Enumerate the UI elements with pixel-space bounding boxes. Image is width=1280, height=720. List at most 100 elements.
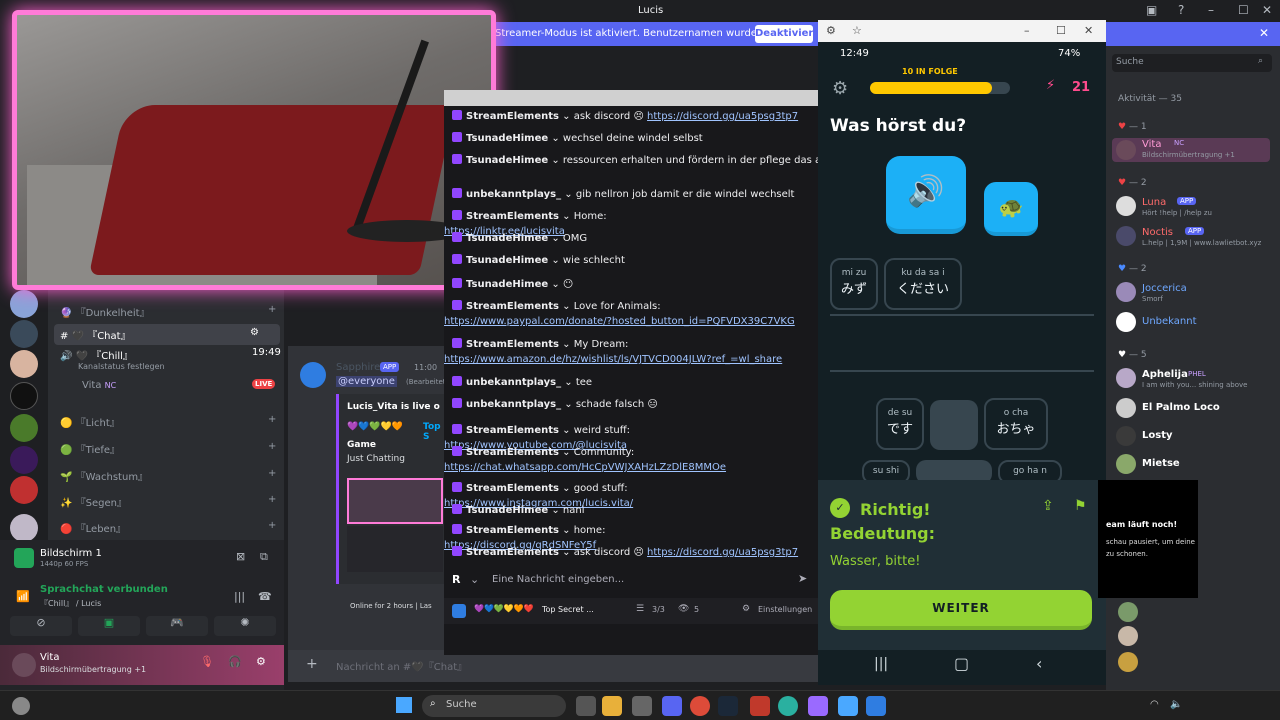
taskbar-search[interactable]: ⌕ Suche: [422, 695, 566, 717]
chevron-down-icon[interactable]: ⌄: [559, 447, 574, 458]
channel-item-chat[interactable]: # 🖤 『Chat』 ⚙: [54, 324, 280, 345]
disconnect-icon[interactable]: ☎: [258, 590, 272, 603]
chevron-down-icon[interactable]: ⌄: [548, 279, 563, 290]
chevron-down-icon[interactable]: ⌄: [559, 211, 574, 222]
pin-icon[interactable]: ☆: [852, 24, 862, 37]
search-input[interactable]: Suche ⌕: [1112, 54, 1272, 72]
mute-icon[interactable]: 🎙: [200, 655, 214, 668]
chevron-down-icon[interactable]: ⌄: [470, 573, 479, 586]
popout-icon[interactable]: ⧉: [260, 550, 268, 564]
wifi-icon[interactable]: ◠: [1150, 699, 1159, 710]
twitch-chat-input[interactable]: R ⌄ Eine Nachricht eingeben... ➤: [444, 568, 818, 594]
stop-share-icon[interactable]: ⊠: [236, 550, 245, 563]
discord-icon[interactable]: [662, 696, 682, 716]
chat-username[interactable]: TsunadeHimee: [466, 255, 548, 266]
add-icon[interactable]: +: [306, 656, 318, 672]
chat-link[interactable]: https://www.paypal.com/donate/?hosted_bu…: [444, 316, 795, 327]
chevron-down-icon[interactable]: ⌄: [548, 505, 563, 516]
chat-username[interactable]: StreamElements: [466, 339, 559, 350]
chat-username[interactable]: StreamElements: [466, 211, 559, 222]
gear-icon[interactable]: ⚙: [742, 604, 750, 614]
chevron-down-icon[interactable]: ⌄: [559, 547, 574, 558]
volume-icon[interactable]: 🔈: [1170, 699, 1182, 710]
chat-username[interactable]: TsunadeHimee: [466, 279, 548, 290]
app-icon[interactable]: [808, 696, 828, 716]
recents-icon[interactable]: |||: [874, 656, 888, 672]
settings-icon[interactable]: ⚙: [832, 78, 848, 99]
chevron-down-icon[interactable]: ⌄: [559, 525, 574, 536]
maximize-button[interactable]: ☐: [1238, 3, 1249, 17]
server-icon[interactable]: [10, 514, 38, 542]
server-icon[interactable]: [10, 350, 38, 378]
screen-share-button[interactable]: ▣: [78, 616, 140, 636]
chat-username[interactable]: TsunadeHimee: [466, 505, 548, 516]
noise-icon[interactable]: |||: [234, 590, 245, 603]
notes-icon[interactable]: [838, 696, 858, 716]
channel-item[interactable]: 🔴 『Leben』 +: [60, 520, 276, 535]
answer-chip[interactable]: ku da sa i ください: [884, 258, 962, 310]
chevron-down-icon[interactable]: ⌄: [548, 255, 563, 266]
explorer-icon[interactable]: [602, 696, 622, 716]
close-icon[interactable]: ✕: [1259, 26, 1269, 40]
chevron-down-icon[interactable]: ⌄: [561, 399, 576, 410]
chat-username[interactable]: TsunadeHimee: [466, 133, 548, 144]
chat-username[interactable]: StreamElements: [466, 111, 559, 122]
avatar[interactable]: [12, 653, 36, 677]
send-icon[interactable]: ➤: [798, 572, 807, 585]
edge-icon[interactable]: [778, 696, 798, 716]
voice-channel[interactable]: 『Chill』 / Lucis: [40, 598, 101, 609]
embed-title[interactable]: Lucis_Vita is live o: [347, 402, 440, 412]
minimize-button[interactable]: –: [1208, 3, 1214, 17]
chat-username[interactable]: StreamElements: [466, 483, 559, 494]
chat-username[interactable]: StreamElements: [466, 447, 559, 458]
playlist-title[interactable]: Top Secret ...: [542, 605, 594, 614]
embed-thumbnail[interactable]: [347, 478, 443, 524]
close-button[interactable]: ✕: [1084, 24, 1093, 37]
activity-button[interactable]: 🎮: [146, 616, 208, 636]
inbox-icon[interactable]: ▣: [1146, 3, 1157, 17]
chevron-down-icon[interactable]: ⌄: [548, 233, 563, 244]
chevron-down-icon[interactable]: ⌄: [561, 189, 576, 200]
share-icon[interactable]: ⇪: [1042, 498, 1054, 514]
back-icon[interactable]: ‹: [1036, 654, 1042, 673]
member-item[interactable]: Vita Bildschirmübertragung +1 NC: [1112, 138, 1270, 162]
settings-label[interactable]: Einstellungen: [758, 605, 812, 614]
app-icon[interactable]: [632, 696, 652, 716]
minimize-button[interactable]: –: [1024, 24, 1030, 37]
message-author[interactable]: Sapphire: [336, 362, 380, 373]
deafen-icon[interactable]: 🎧: [228, 655, 242, 668]
weather-icon[interactable]: [12, 697, 30, 715]
chevron-down-icon[interactable]: ⌄: [559, 301, 574, 312]
maximize-button[interactable]: ☐: [1056, 24, 1066, 37]
chat-username[interactable]: TsunadeHimee: [466, 155, 548, 166]
chat-username[interactable]: unbekanntplays_: [466, 189, 561, 200]
avatar[interactable]: [1118, 602, 1138, 622]
home-icon[interactable]: ▢: [954, 654, 969, 673]
close-button[interactable]: ✕: [1262, 3, 1272, 17]
channel-item[interactable]: 🔮 『Dunkelheit』 +: [60, 304, 276, 319]
invite-icon[interactable]: ⚙: [250, 327, 259, 338]
flag-icon[interactable]: ⚑: [1074, 498, 1087, 514]
server-icon[interactable]: [10, 414, 38, 442]
chat-link[interactable]: https://www.amazon.de/hz/wishlist/ls/VJT…: [444, 354, 782, 365]
steam-icon[interactable]: [718, 696, 738, 716]
everyone-mention[interactable]: @everyone: [336, 376, 397, 387]
channel-item[interactable]: 🟢 『Tiefe』 +: [60, 441, 276, 456]
avatar[interactable]: [1118, 652, 1138, 672]
taskview-icon[interactable]: [576, 696, 596, 716]
windows-start-icon[interactable]: [396, 697, 412, 713]
chat-link[interactable]: https://chat.whatsapp.com/HcCpVWJXAHzLZz…: [444, 462, 726, 473]
soundboard-button[interactable]: ✺: [214, 616, 276, 636]
deactivate-button[interactable]: Deaktivieren: [755, 25, 827, 43]
speaker-button[interactable]: 🔊: [886, 156, 966, 234]
chat-username[interactable]: StreamElements: [466, 425, 559, 436]
avatar[interactable]: [300, 362, 326, 388]
chat-username[interactable]: StreamElements: [466, 301, 559, 312]
server-icon[interactable]: [10, 290, 38, 318]
slow-speaker-button[interactable]: 🐢: [984, 182, 1038, 236]
chat-link[interactable]: https://discord.gg/ua5psg3tp7: [647, 111, 798, 122]
server-icon[interactable]: [10, 476, 38, 504]
chat-link[interactable]: https://discord.gg/ua5psg3tp7: [647, 547, 798, 558]
chat-username[interactable]: TsunadeHimee: [466, 233, 548, 244]
chevron-down-icon[interactable]: ⌄: [559, 111, 574, 122]
